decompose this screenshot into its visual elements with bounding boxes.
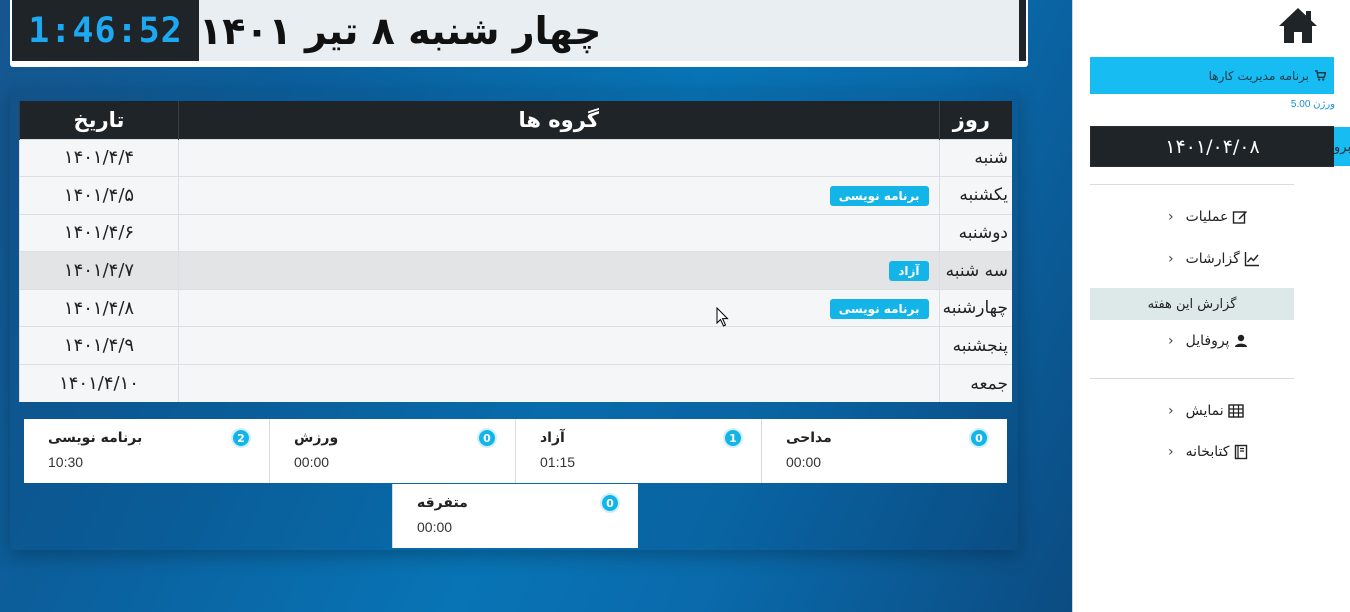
date-cell: ۱۴۰۱/۴/۵ (19, 176, 179, 215)
edit-icon (1233, 211, 1248, 224)
card-time: 00:00 (294, 454, 330, 470)
day-cell: شنبه (938, 138, 1012, 177)
col-header-date: تاریخ (19, 101, 179, 139)
card-name: ورزش (294, 430, 339, 446)
table-row: پنجشنبه ۱۴۰۱/۴/۹ (19, 326, 1012, 365)
table-row-highlighted: سه شنبه آزاد ۱۴۰۱/۴/۷ (19, 251, 1012, 290)
card-time: 10:30 (48, 454, 84, 470)
count-badge: 0 (600, 493, 620, 513)
divider (1090, 378, 1294, 379)
summary-card-programming[interactable]: 2 برنامه نویسی 10:30 (24, 419, 269, 483)
day-cell: جمعه (938, 364, 1012, 403)
table-row: دوشنبه ۱۴۰۱/۴/۶ (19, 213, 1012, 252)
card-name: متفرقه (417, 495, 468, 511)
nav-label: عملیات (1185, 209, 1229, 225)
day-cell: سه شنبه (938, 251, 1012, 290)
day-cell: پنجشنبه (938, 326, 1012, 365)
card-name: آزاد (540, 430, 565, 446)
home-icon[interactable] (1277, 6, 1319, 44)
nav-label: نمایش (1185, 403, 1224, 419)
main-area: 1:46:52 چهار شنبه ۸ تیر ۱۴۰۱ روز گروه ها… (0, 0, 1072, 612)
chevron-left-icon: ‹ (1168, 251, 1174, 267)
date-picker: برو (1090, 126, 1350, 167)
col-header-day: روز (938, 101, 1012, 139)
groups-cell (178, 138, 939, 177)
groups-cell: آزاد (178, 251, 939, 290)
groups-cell (178, 364, 939, 403)
date-cell: ۱۴۰۱/۴/۷ (19, 251, 179, 290)
groups-cell: برنامه نویسی (178, 176, 939, 215)
card-time: 00:00 (786, 454, 822, 470)
day-cell: دوشنبه (938, 213, 1012, 252)
user-icon (1235, 334, 1248, 347)
day-cell: چهارشنبه (938, 288, 1012, 327)
table-icon (1227, 404, 1244, 418)
groups-cell (178, 326, 939, 365)
table-row: جمعه ۱۴۰۱/۴/۱۰ (19, 364, 1012, 403)
summary-card-misc[interactable]: 0 متفرقه 00:00 (392, 484, 638, 548)
cart-icon (1315, 70, 1326, 81)
nav-label: پروفایل (1185, 333, 1230, 349)
nav-operations[interactable]: عملیات ‹ (1168, 209, 1248, 225)
clock-display: 1:46:52 (12, 0, 199, 61)
date-cell: ۱۴۰۱/۴/۴ (19, 138, 179, 177)
groups-cell: برنامه نویسی (178, 288, 939, 327)
nav-library[interactable]: کتابخانه ‹ (1168, 444, 1249, 460)
chevron-left-icon: ‹ (1168, 403, 1174, 419)
count-badge: 0 (477, 428, 497, 448)
mouse-cursor-icon (716, 307, 729, 327)
date-cell: ۱۴۰۱/۴/۸ (19, 288, 179, 327)
card-name: برنامه نویسی (48, 430, 143, 446)
nav-profile[interactable]: پروفایل ‹ (1168, 333, 1249, 349)
card-time: 01:15 (540, 454, 576, 470)
count-badge: 0 (969, 428, 989, 448)
date-cell: ۱۴۰۱/۴/۶ (19, 213, 179, 252)
app-title-bar[interactable]: برنامه مدیریت کارها (1090, 57, 1334, 94)
day-cell: یکشنبه (938, 176, 1012, 215)
nav-reports[interactable]: گزارشات ‹ (1168, 251, 1260, 267)
header-bar: 1:46:52 چهار شنبه ۸ تیر ۱۴۰۱ (10, 0, 1028, 67)
col-header-groups: گروه ها (178, 101, 939, 139)
summary-card-madahi[interactable]: 0 مداحی 00:00 (761, 419, 1007, 483)
app-title: برنامه مدیریت کارها (1208, 68, 1309, 83)
book-icon (1235, 444, 1248, 460)
group-tag[interactable]: برنامه نویسی (829, 185, 929, 206)
table-row: یکشنبه برنامه نویسی ۱۴۰۱/۴/۵ (19, 176, 1012, 215)
chevron-left-icon: ‹ (1168, 444, 1174, 460)
summary-card-varzesh[interactable]: 0 ورزش 00:00 (269, 419, 515, 483)
week-table: روز گروه ها تاریخ شنبه ۱۴۰۱/۴/۴ یکشنبه ب… (19, 101, 1012, 403)
date-cell: ۱۴۰۱/۴/۱۰ (19, 364, 179, 403)
page-title: چهار شنبه ۸ تیر ۱۴۰۱ (199, 0, 1026, 61)
chevron-left-icon: ‹ (1168, 333, 1174, 349)
groups-cell (178, 213, 939, 252)
group-tag[interactable]: برنامه نویسی (829, 298, 929, 319)
nav-label: کتابخانه (1185, 444, 1230, 460)
sidebar: برنامه مدیریت کارها ورژن 5.00 برو عملیات… (1072, 0, 1350, 612)
summary-cards: 0 مداحی 00:00 1 آزاد 01:15 0 ورزش 00:00 … (24, 419, 1007, 483)
divider (1090, 184, 1294, 185)
nav-label: گزارشات (1185, 251, 1240, 267)
nav-report-this-week[interactable]: گزارش این هفته (1090, 288, 1294, 320)
chevron-left-icon: ‹ (1168, 209, 1174, 225)
card-time: 00:00 (417, 519, 453, 535)
summary-card-azad[interactable]: 1 آزاد 01:15 (515, 419, 761, 483)
nav-display[interactable]: نمایش ‹ (1168, 403, 1244, 419)
date-input[interactable] (1091, 127, 1334, 166)
card-name: مداحی (786, 430, 832, 446)
table-header-row: روز گروه ها تاریخ (19, 101, 1012, 139)
go-button[interactable]: برو (1334, 127, 1350, 166)
date-cell: ۱۴۰۱/۴/۹ (19, 326, 179, 365)
count-badge: 1 (723, 428, 743, 448)
version-label: ورژن 5.00 (1290, 99, 1335, 110)
count-badge: 2 (231, 428, 251, 448)
table-row: شنبه ۱۴۰۱/۴/۴ (19, 138, 1012, 177)
group-tag[interactable]: آزاد (889, 261, 929, 282)
chart-icon (1244, 252, 1259, 267)
table-row: چهارشنبه برنامه نویسی ۱۴۰۱/۴/۸ (19, 288, 1012, 327)
